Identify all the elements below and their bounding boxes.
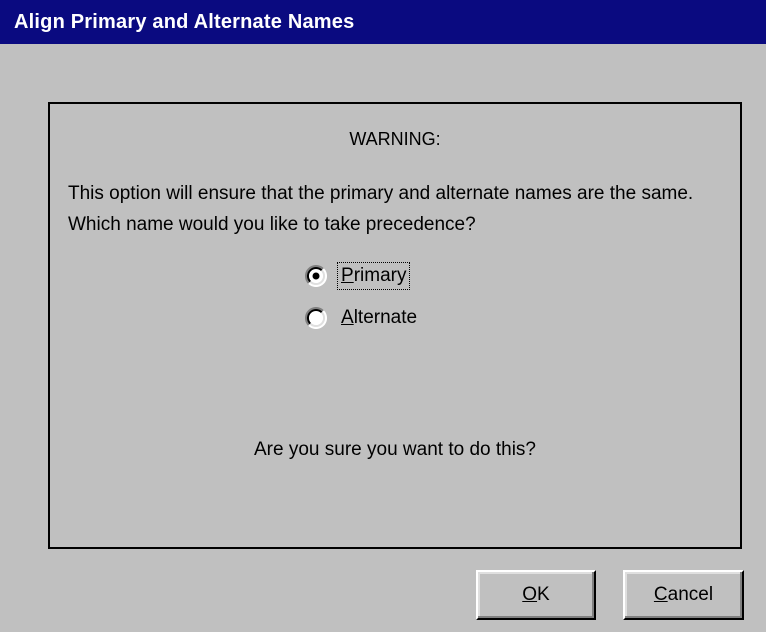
radio-label-alternate[interactable]: Alternate bbox=[337, 304, 421, 332]
window-title: Align Primary and Alternate Names bbox=[14, 11, 355, 33]
ok-button[interactable]: OK bbox=[476, 570, 596, 620]
radio-selected-icon[interactable] bbox=[305, 265, 327, 287]
radio-label-primary[interactable]: Primary bbox=[337, 262, 411, 290]
warning-heading: WARNING: bbox=[349, 129, 441, 149]
warning-message: This option will ensure that the primary… bbox=[68, 183, 694, 235]
dialog-window: Align Primary and Alternate Names WARNIN… bbox=[0, 0, 766, 632]
title-bar[interactable]: Align Primary and Alternate Names bbox=[0, 0, 766, 44]
confirm-question: Are you sure you want to do this? bbox=[254, 439, 536, 460]
radio-unselected-icon[interactable] bbox=[305, 307, 327, 329]
ok-button-label: OK bbox=[522, 584, 550, 605]
warning-panel: WARNING: This option will ensure that th… bbox=[48, 102, 742, 549]
radio-option-alternate[interactable]: Alternate bbox=[305, 304, 421, 332]
radio-option-primary[interactable]: Primary bbox=[305, 262, 411, 290]
cancel-button[interactable]: Cancel bbox=[623, 570, 744, 620]
cancel-button-label: Cancel bbox=[653, 584, 714, 605]
